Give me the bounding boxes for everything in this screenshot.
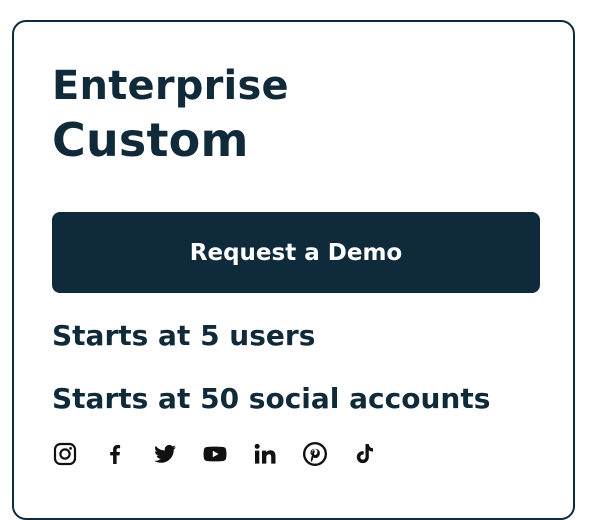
instagram-link[interactable] — [52, 441, 78, 467]
plan-name: Enterprise — [52, 63, 289, 109]
facebook-link[interactable] — [102, 441, 128, 467]
linkedin-link[interactable] — [252, 441, 278, 467]
pinterest-icon — [302, 441, 328, 467]
youtube-icon — [203, 446, 227, 462]
youtube-link[interactable] — [202, 441, 228, 467]
pinterest-link[interactable] — [302, 441, 328, 467]
facebook-icon — [110, 445, 121, 464]
twitter-link[interactable] — [152, 441, 178, 467]
plan-price: Custom — [52, 113, 249, 167]
request-demo-label: Request a Demo — [189, 239, 403, 266]
feature-users: Starts at 5 users — [52, 319, 316, 352]
feature-social-accounts: Starts at 50 social accounts — [52, 382, 491, 415]
linkedin-icon — [254, 443, 276, 464]
request-demo-button[interactable]: Request a Demo — [52, 212, 540, 293]
tiktok-icon — [356, 444, 373, 464]
twitter-icon — [154, 444, 176, 463]
instagram-icon — [53, 442, 77, 466]
tiktok-link[interactable] — [352, 441, 378, 467]
social-links — [52, 440, 402, 468]
